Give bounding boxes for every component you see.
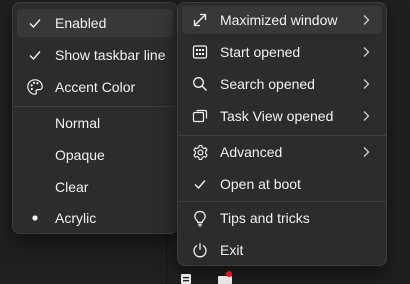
menu-item-normal[interactable]: Normal <box>17 109 173 137</box>
checkmark-icon <box>25 45 45 65</box>
menu-item-label: Maximized window <box>220 12 338 28</box>
menu-item-show-taskbar-line[interactable]: Show taskbar line <box>17 41 173 69</box>
menu-item-task-view-opened[interactable]: Task View opened <box>182 102 382 130</box>
menu-item-label: Enabled <box>55 15 107 31</box>
menu-item-label: Tips and tricks <box>220 210 310 226</box>
chevron-right-icon <box>360 78 372 90</box>
start-grid-icon <box>190 42 210 62</box>
menu-item-acrylic[interactable]: Acrylic <box>17 204 173 232</box>
menu-separator <box>178 135 386 136</box>
menu-item-open-at-boot[interactable]: Open at boot <box>182 170 382 198</box>
menu-item-maximized-window[interactable]: Maximized window <box>182 6 382 34</box>
menu-item-advanced[interactable]: Advanced <box>182 138 382 166</box>
menu-separator <box>13 106 177 107</box>
chevron-right-icon <box>360 14 372 26</box>
power-icon <box>190 240 210 260</box>
menu-item-label: Start opened <box>220 44 301 60</box>
menu-item-label: Opaque <box>55 147 105 163</box>
chevron-right-icon <box>360 146 372 158</box>
menu-item-start-opened[interactable]: Start opened <box>182 38 382 66</box>
menu-item-label: Search opened <box>220 76 315 92</box>
menu-item-label: Accent Color <box>55 79 136 95</box>
menu-item-search-opened[interactable]: Search opened <box>182 70 382 98</box>
menu-item-enabled[interactable]: Enabled <box>17 9 173 37</box>
menu-item-tips-and-tricks[interactable]: Tips and tricks <box>182 204 382 232</box>
palette-icon <box>25 77 45 97</box>
resize-diagonal-icon <box>190 10 210 30</box>
checkmark-icon <box>25 13 45 33</box>
checkmark-icon <box>190 174 210 194</box>
lightbulb-icon <box>190 208 210 228</box>
menu-item-label: Advanced <box>220 144 283 160</box>
taskbar-icons <box>178 270 238 284</box>
context-menu-right: Maximized window Start opened Search ope… <box>177 2 387 266</box>
menu-item-clear[interactable]: Clear <box>17 173 173 201</box>
radio-dot-icon <box>25 208 45 228</box>
menu-item-label: Normal <box>55 115 101 131</box>
search-icon <box>190 74 210 94</box>
tray-app-icon <box>181 274 191 284</box>
chevron-right-icon <box>360 110 372 122</box>
menu-item-label: Show taskbar line <box>55 47 166 63</box>
menu-item-label: Acrylic <box>55 210 97 226</box>
gear-icon <box>190 142 210 162</box>
menu-separator <box>178 201 386 202</box>
menu-item-label: Clear <box>55 179 89 195</box>
tray-notification-icon <box>218 276 232 284</box>
menu-item-opaque[interactable]: Opaque <box>17 141 173 169</box>
context-menu-left: Enabled Show taskbar line Accent Color N… <box>12 2 178 234</box>
menu-item-exit[interactable]: Exit <box>182 236 382 264</box>
menu-item-label: Task View opened <box>220 108 334 124</box>
task-view-icon <box>190 106 210 126</box>
menu-item-label: Open at boot <box>220 176 301 192</box>
menu-item-label: Exit <box>220 242 244 258</box>
menu-item-accent-color[interactable]: Accent Color <box>17 73 173 101</box>
notification-badge-icon <box>226 271 232 277</box>
chevron-right-icon <box>360 46 372 58</box>
